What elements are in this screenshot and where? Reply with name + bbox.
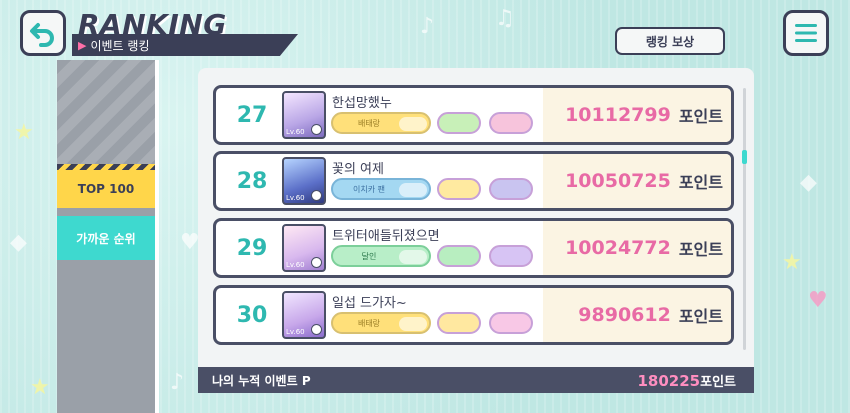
player-titles: 배태랑 [331,312,541,334]
back-arrow-icon [30,23,54,47]
title-badge-3[interactable] [489,178,533,200]
points-value: 9890612 [578,304,671,326]
points-unit: 포인트 [678,240,723,259]
tab-near-ranks[interactable]: 가까운 순위 [57,216,155,260]
points-area: 9890612 포인트 [543,288,731,342]
star-icon: ★ [14,120,34,145]
tab-near-ranks-label: 가까운 순위 [76,231,136,246]
my-points-unit: 포인트 [700,374,736,390]
music-note-icon: ♪ [420,14,435,39]
points-value: 10024772 [565,237,671,259]
title-badge-emblem-icon [399,183,427,197]
rank-number: 27 [236,102,268,128]
points-value: 10050725 [565,170,671,192]
player-name: 꽃의 여제 [332,162,384,177]
my-points-footer: 나의 누적 이벤트 P 180225포인트 [198,367,754,393]
avatar-rank-badge-icon [311,124,322,135]
points-value: 10112799 [565,104,671,126]
heart-icon: ♥ [180,230,200,255]
title-badge-3[interactable] [489,312,533,334]
title-badge-label: 달인 [361,251,377,261]
my-points-label: 나의 누적 이벤트 P [212,373,311,388]
title-badge-label: 배태랑 [357,318,381,328]
player-avatar[interactable]: Lv.60 [282,157,326,205]
avatar-level: Lv.60 [286,194,305,202]
menu-icon [795,24,817,42]
title-badge-2[interactable] [437,312,481,334]
player-name: 트위터애들뒤졌으면 [332,229,440,244]
player-titles: 이치카 팬 [331,178,541,200]
title-badge-2[interactable] [437,178,481,200]
points-unit: 포인트 [678,307,723,326]
title-badge-emblem-icon [399,117,427,131]
star-icon: ★ [30,375,50,400]
side-panel-hazard-stripe [57,60,155,164]
music-note-icon: ♫ [495,6,515,31]
avatar-rank-badge-icon [311,257,322,268]
diamond-icon: ◆ [800,170,817,195]
player-avatar[interactable]: Lv.60 [282,291,326,339]
play-triangle-icon: ▶ [78,38,87,52]
points-unit: 포인트 [678,107,723,126]
avatar-rank-badge-icon [311,324,322,335]
title-block: RANKING ▶ 이벤트 랭킹 [66,8,298,56]
star-icon: ★ [782,250,802,275]
title-badge-3[interactable] [489,112,533,134]
diamond-icon: ◆ [10,230,27,255]
title-badge-emblem-icon [399,250,427,264]
page-subtitle: 이벤트 랭킹 [90,38,150,53]
player-avatar[interactable]: Lv.60 [282,224,326,272]
avatar-level: Lv.60 [286,128,305,136]
menu-button[interactable] [783,10,829,56]
rank-number: 30 [236,302,268,328]
title-badge-label: 배태랑 [357,118,381,128]
back-button[interactable] [20,10,66,56]
player-name: 한섭망했누 [332,96,392,111]
ranking-row[interactable]: 30 Lv.60 일섭 드가자~ 배태랑 9890612 포인트 [213,285,734,345]
title-badge[interactable]: 배태랑 [331,312,431,334]
player-titles: 달인 [331,245,541,267]
player-titles: 배태랑 [331,112,541,134]
avatar-level: Lv.60 [286,328,305,336]
ranking-rewards-button[interactable]: 랭킹 보상 [615,27,725,55]
tab-top100-label: TOP 100 [77,182,135,196]
avatar-rank-badge-icon [311,190,322,201]
side-divider [155,60,159,413]
title-badge[interactable]: 이치카 팬 [331,178,431,200]
scrollbar-thumb[interactable] [742,150,747,164]
points-area: 10112799 포인트 [543,88,731,142]
player-avatar[interactable]: Lv.60 [282,91,326,139]
title-badge-label: 이치카 팬 [353,184,385,194]
page-subtitle-bar: ▶ 이벤트 랭킹 [72,34,298,56]
ranking-row[interactable]: 29 Lv.60 트위터애들뒤졌으면 달인 10024772 포인트 [213,218,734,278]
title-badge-3[interactable] [489,245,533,267]
title-badge-2[interactable] [437,112,481,134]
avatar-level: Lv.60 [286,261,305,269]
title-badge[interactable]: 배태랑 [331,112,431,134]
heart-icon: ♥ [808,288,828,313]
points-area: 10050725 포인트 [543,154,731,208]
ranking-row[interactable]: 27 Lv.60 한섭망했누 배태랑 10112799 포인트 [213,85,734,145]
music-note-icon: ♪ [170,370,185,395]
points-area: 10024772 포인트 [543,221,731,275]
scrollbar-track[interactable] [743,88,746,350]
rank-number: 28 [236,168,268,194]
rank-number: 29 [236,235,268,261]
points-unit: 포인트 [678,173,723,192]
ranking-row[interactable]: 28 Lv.60 꽃의 여제 이치카 팬 10050725 포인트 [213,151,734,211]
title-badge-2[interactable] [437,245,481,267]
title-badge[interactable]: 달인 [331,245,431,267]
tab-top100[interactable]: TOP 100 [57,164,155,208]
player-name: 일섭 드가자~ [332,296,407,311]
title-badge-emblem-icon [399,317,427,331]
my-points-value: 180225 [637,371,701,390]
